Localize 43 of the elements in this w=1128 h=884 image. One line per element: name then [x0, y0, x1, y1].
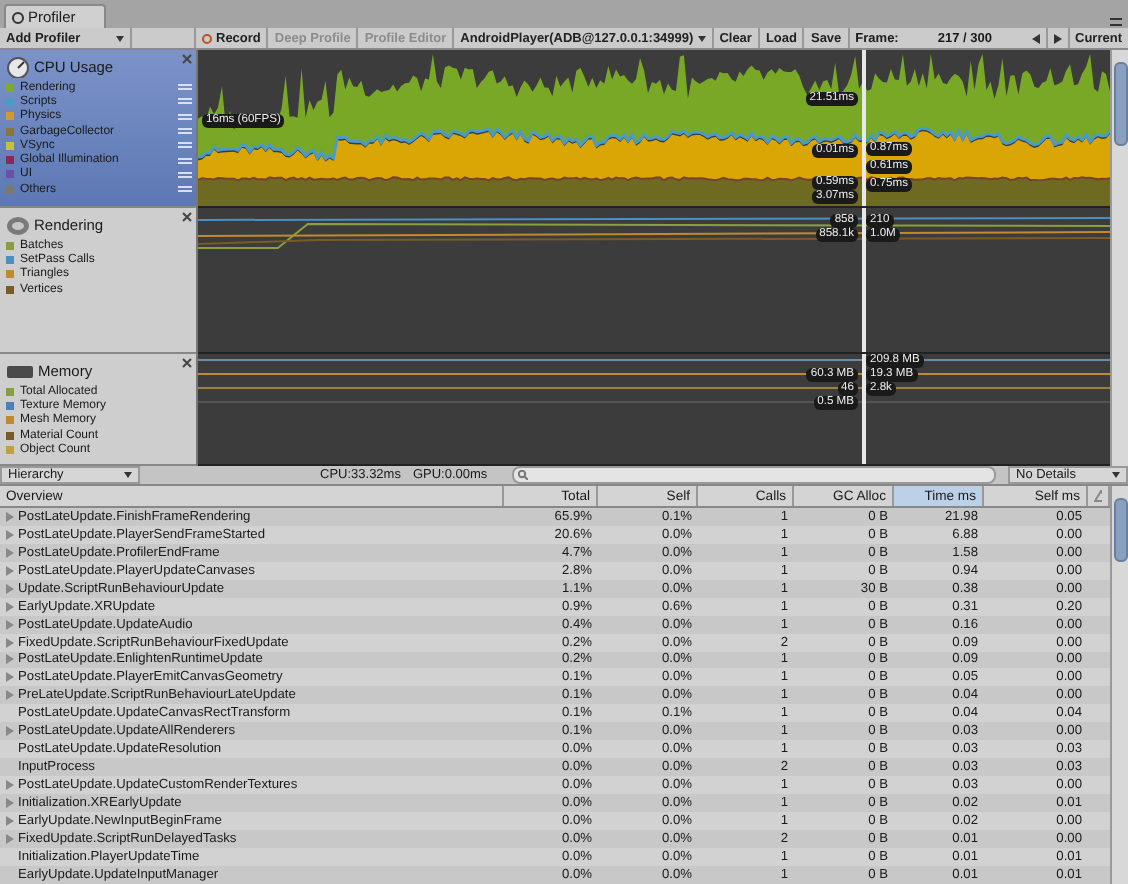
expand-triangle-icon[interactable] [6, 690, 14, 701]
expand-triangle-icon[interactable] [6, 583, 14, 594]
drag-handle-icon[interactable] [178, 171, 192, 178]
expand-triangle-icon[interactable] [6, 565, 14, 576]
drag-handle-icon[interactable] [178, 186, 192, 193]
expand-triangle-icon[interactable] [6, 637, 14, 648]
expand-triangle-icon[interactable] [6, 672, 14, 683]
drag-handle-icon[interactable] [178, 84, 192, 91]
table-scrollbar[interactable] [1110, 486, 1128, 884]
sphere-icon [6, 214, 30, 236]
drag-handle-icon[interactable] [178, 128, 192, 135]
expand-triangle-icon[interactable] [6, 833, 14, 844]
drag-handle-icon[interactable] [178, 142, 192, 149]
left-triangle-icon [1031, 33, 1040, 43]
search-icon [517, 470, 528, 480]
drag-handle-icon[interactable] [178, 113, 192, 120]
drag-handle-icon[interactable] [178, 157, 192, 164]
search-field[interactable] [511, 466, 996, 484]
caret-icon [116, 35, 124, 41]
right-triangle-icon [1053, 33, 1062, 43]
expand-triangle-icon[interactable] [6, 511, 14, 522]
close-icon[interactable] [182, 54, 192, 64]
record-icon [202, 33, 212, 43]
drag-handle-icon[interactable] [178, 98, 192, 105]
expand-triangle-icon[interactable] [6, 654, 14, 665]
expand-triangle-icon[interactable] [6, 780, 14, 791]
expand-triangle-icon[interactable] [6, 547, 14, 558]
expand-triangle-icon[interactable] [6, 529, 14, 540]
close-icon[interactable] [182, 212, 192, 222]
caret-icon [697, 35, 706, 41]
chart-scrollbar[interactable] [1110, 50, 1128, 466]
expand-triangle-icon[interactable] [6, 619, 14, 630]
cpu-gauge-icon [6, 56, 30, 78]
expand-triangle-icon[interactable] [6, 797, 14, 808]
menu-icon[interactable] [1110, 16, 1122, 28]
close-icon[interactable] [182, 358, 192, 368]
profiler-icon [12, 11, 24, 23]
expand-triangle-icon[interactable] [6, 601, 14, 612]
expand-triangle-icon[interactable] [6, 815, 14, 826]
expand-triangle-icon[interactable] [6, 726, 14, 737]
memory-chip-icon [6, 363, 34, 379]
caret-icon [1112, 472, 1120, 478]
caret-icon [124, 472, 132, 478]
